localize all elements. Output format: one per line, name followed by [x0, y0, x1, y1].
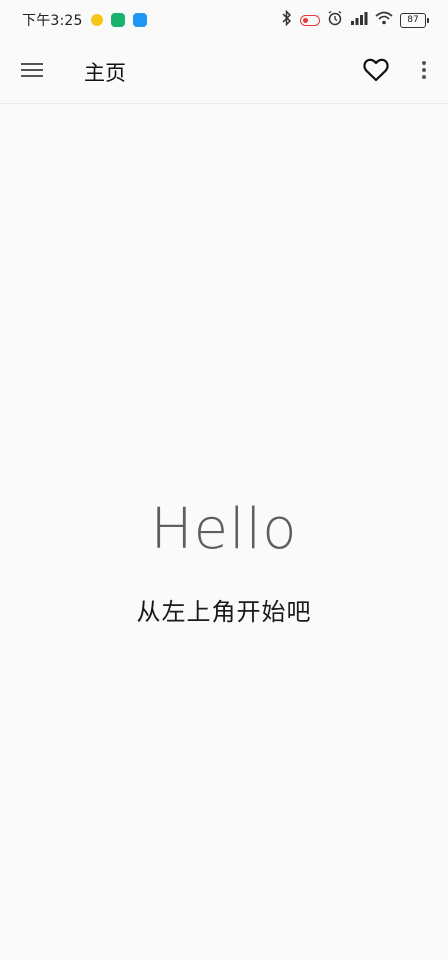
app-screen: 下午3:25 87 主页 Hello 从左上角开始吧	[0, 0, 448, 960]
video-app-icon	[110, 13, 125, 27]
status-bar-left: 下午3:25	[22, 10, 147, 30]
main-content: Hello 从左上角开始吧	[0, 105, 448, 960]
status-time: 下午3:25	[22, 13, 83, 29]
greeting-text: Hello	[150, 497, 298, 562]
top-app-bar: 主页	[0, 40, 448, 104]
favorite-button[interactable]	[352, 40, 400, 104]
status-bar: 下午3:25 87	[0, 0, 448, 40]
overflow-menu-button[interactable]	[400, 40, 448, 104]
notification-app-icon	[90, 14, 103, 26]
toggle-icon	[300, 14, 320, 26]
wifi-icon	[375, 11, 393, 29]
heart-outline-icon	[363, 58, 389, 86]
status-bar-right: 87	[281, 9, 429, 30]
bluetooth-icon	[281, 9, 293, 30]
toolbar-actions	[352, 40, 448, 104]
hint-text: 从左上角开始吧	[136, 598, 312, 626]
app-store-icon	[132, 13, 147, 27]
signal-icon	[350, 11, 368, 29]
menu-button[interactable]	[0, 40, 64, 104]
more-vert-icon	[421, 60, 427, 84]
alarm-icon	[327, 10, 343, 30]
page-title: 主页	[84, 60, 126, 85]
hamburger-menu-icon	[20, 61, 44, 83]
battery-icon: 87	[400, 12, 429, 28]
